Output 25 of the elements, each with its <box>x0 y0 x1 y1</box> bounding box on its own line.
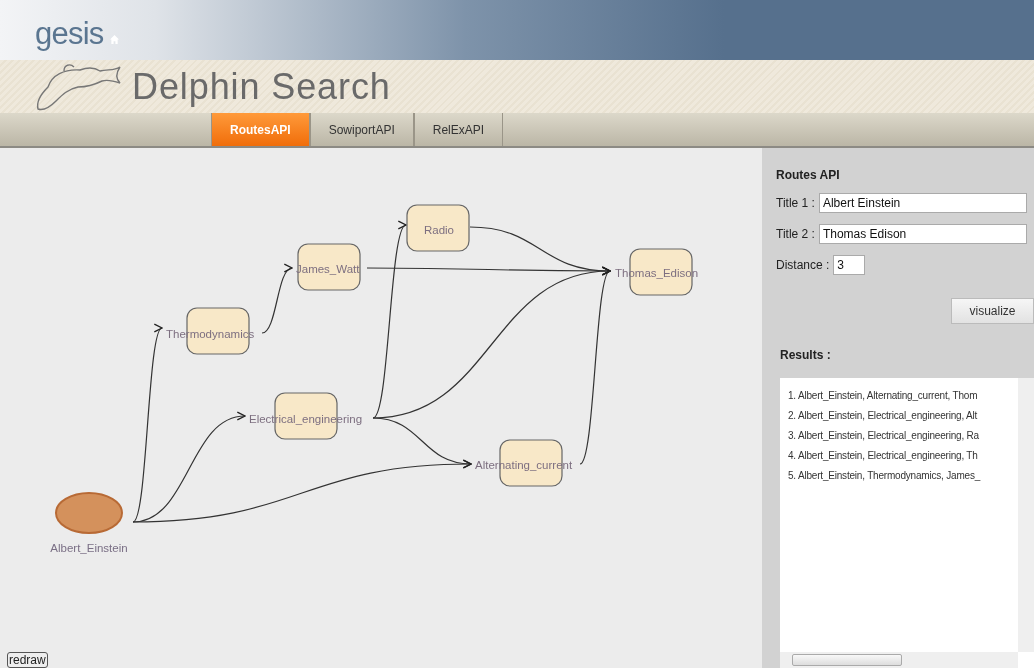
redraw-button[interactable]: redraw <box>7 652 48 668</box>
field-label: Title 1 : <box>776 195 815 212</box>
text-field[interactable]: 3 <box>833 255 866 275</box>
node-label: Radio <box>423 224 455 236</box>
results-title: Results : <box>780 347 832 364</box>
vertical-scrollbar[interactable] <box>1018 378 1034 652</box>
nav-tab[interactable]: SowiportAPI <box>309 113 414 146</box>
text-field[interactable]: Thomas Edison <box>818 224 1027 244</box>
result-item[interactable]: 4. Albert_Einstein, Electrical_engineering, Th <box>788 448 1018 463</box>
visualize-button[interactable]: visualize <box>951 298 1034 324</box>
field-label: Distance : <box>776 257 830 274</box>
node-label: Albert_Einstein <box>50 542 128 554</box>
edge-arrow <box>261 266 293 334</box>
result-item[interactable]: 1. Albert_Einstein, Alternating_current, Thom <box>788 388 1018 403</box>
result-item[interactable]: 3. Albert_Einstein, Electrical_engineering, Ra <box>788 428 1018 443</box>
graph-node[interactable] <box>406 204 470 252</box>
graph-node[interactable] <box>55 492 123 534</box>
result-item[interactable]: 2. Albert_Einstein, Electrical_engineering, Alt <box>788 408 1018 423</box>
field-label: Title 2 : <box>776 226 815 243</box>
nav-tab[interactable]: RelExAPI <box>413 113 504 146</box>
panel-title: Routes API <box>776 167 841 184</box>
horizontal-scrollbar[interactable] <box>780 652 1018 668</box>
result-item[interactable]: 5. Albert_Einstein, Thermodynamics, James_ <box>788 468 1018 483</box>
text-field[interactable]: Albert Einstein <box>818 193 1027 213</box>
app-title: Delphin Search <box>132 64 391 109</box>
